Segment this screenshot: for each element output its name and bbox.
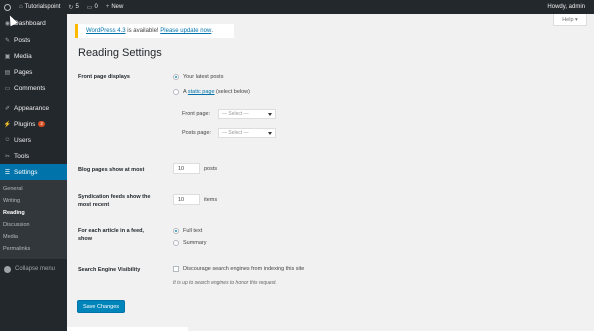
- posts-per-page-input[interactable]: 10: [173, 163, 200, 174]
- admin-sidebar: ◉ Dashboard ✎ Posts ▣ Media ▤ Pages ▭ Comment…: [0, 14, 67, 331]
- plus-icon: +: [105, 4, 110, 10]
- site-name-link[interactable]: ⌂ Tutorialspoint: [15, 0, 64, 14]
- comment-icon: ▭: [4, 85, 11, 92]
- admin-bar: ⌂ Tutorialspoint ↻ 5 ▭ 0 + New Howdy, admin: [0, 0, 594, 14]
- sidebar-item-plugins[interactable]: ⚡ Plugins 2: [0, 116, 67, 132]
- feed-article-label: For each article in a feed, show: [78, 228, 145, 242]
- save-changes-button[interactable]: Save Changes: [77, 300, 125, 313]
- update-notice: WordPress 4.3 is available! Please updat…: [75, 24, 234, 38]
- radio-summary[interactable]: Summary: [173, 240, 207, 246]
- posts-page-select[interactable]: — Select —: [218, 128, 276, 138]
- update-now-link[interactable]: Please update now: [160, 28, 211, 34]
- updates-link[interactable]: ↻ 5: [64, 0, 82, 14]
- static-page-link[interactable]: static page: [188, 89, 215, 95]
- radio-button[interactable]: [173, 228, 179, 234]
- submenu-media[interactable]: Media: [0, 231, 67, 243]
- blog-pages-label: Blog pages show at most: [78, 167, 145, 173]
- submenu-discussion[interactable]: Discussion: [0, 219, 67, 231]
- front-page-select-label: Front page:: [182, 111, 211, 117]
- radio-button[interactable]: [173, 74, 179, 80]
- checkbox[interactable]: [173, 266, 179, 272]
- search-engine-description: It is up to search engines to honor this…: [173, 280, 277, 286]
- pages-icon: ▤: [4, 69, 11, 76]
- chevron-down-icon: ▾: [575, 16, 578, 23]
- footer-strip: [67, 327, 188, 331]
- help-tab-button[interactable]: Help ▾: [553, 14, 587, 26]
- dropdown-arrow-icon: [268, 113, 272, 116]
- search-engine-label: Search Engine Visibility: [78, 267, 141, 273]
- comment-icon: ▭: [86, 4, 93, 11]
- front-page-label: Front page displays: [78, 74, 130, 80]
- dropdown-arrow-icon: [268, 132, 272, 135]
- front-page-select[interactable]: — Select —: [218, 109, 276, 119]
- radio-static-page[interactable]: A static page (select below): [173, 89, 250, 95]
- sidebar-item-posts[interactable]: ✎ Posts: [0, 32, 67, 48]
- discourage-search-checkbox[interactable]: Discourage search engines from indexing …: [173, 266, 304, 272]
- items-unit-label: items: [204, 197, 218, 203]
- pin-icon: ✎: [4, 37, 11, 44]
- new-content-link[interactable]: + New: [102, 0, 128, 14]
- posts-page-select-label: Posts page:: [182, 130, 212, 136]
- sidebar-item-settings[interactable]: ☰ Settings: [0, 164, 67, 180]
- collapse-menu-button[interactable]: Collapse menu: [0, 261, 67, 277]
- wordpress-logo-icon[interactable]: [0, 0, 15, 14]
- sidebar-item-tools[interactable]: ✂ Tools: [0, 148, 67, 164]
- submenu-writing[interactable]: Writing: [0, 195, 67, 207]
- radio-full-text[interactable]: Full text: [173, 228, 202, 234]
- sidebar-item-appearance[interactable]: ✐ Appearance: [0, 100, 67, 116]
- sidebar-item-media[interactable]: ▣ Media: [0, 48, 67, 64]
- comments-link[interactable]: ▭ 0: [83, 0, 102, 14]
- radio-latest-posts[interactable]: Your latest posts: [173, 74, 223, 80]
- account-link[interactable]: Howdy, admin: [543, 0, 589, 14]
- collapse-icon: [4, 265, 11, 273]
- plugin-update-badge: 2: [38, 121, 45, 127]
- settings-icon: ☰: [4, 169, 11, 176]
- feed-items-input[interactable]: 10: [173, 194, 200, 205]
- radio-button[interactable]: [173, 240, 179, 246]
- submenu-permalinks[interactable]: Permalinks: [0, 243, 67, 255]
- sidebar-item-pages[interactable]: ▤ Pages: [0, 64, 67, 80]
- submenu-general[interactable]: General: [0, 183, 67, 195]
- radio-button[interactable]: [173, 89, 179, 95]
- sidebar-item-users[interactable]: ☺ Users: [0, 132, 67, 148]
- settings-submenu: General Writing Reading Discussion Media…: [0, 180, 67, 259]
- submenu-reading[interactable]: Reading: [0, 207, 67, 219]
- wrench-icon: ✂: [4, 153, 11, 160]
- users-icon: ☺: [4, 137, 11, 143]
- posts-unit-label: posts: [204, 166, 218, 172]
- sidebar-item-comments[interactable]: ▭ Comments: [0, 80, 67, 96]
- media-icon: ▣: [4, 53, 11, 60]
- brush-icon: ✐: [4, 105, 11, 112]
- plugin-icon: ⚡: [3, 121, 12, 128]
- home-icon: ⌂: [19, 4, 23, 10]
- updates-icon: ↻: [68, 4, 74, 11]
- page-title: Reading Settings: [78, 47, 162, 59]
- version-link[interactable]: WordPress 4.3: [86, 28, 126, 34]
- syndication-label: Syndication feeds show the most recent: [78, 194, 151, 208]
